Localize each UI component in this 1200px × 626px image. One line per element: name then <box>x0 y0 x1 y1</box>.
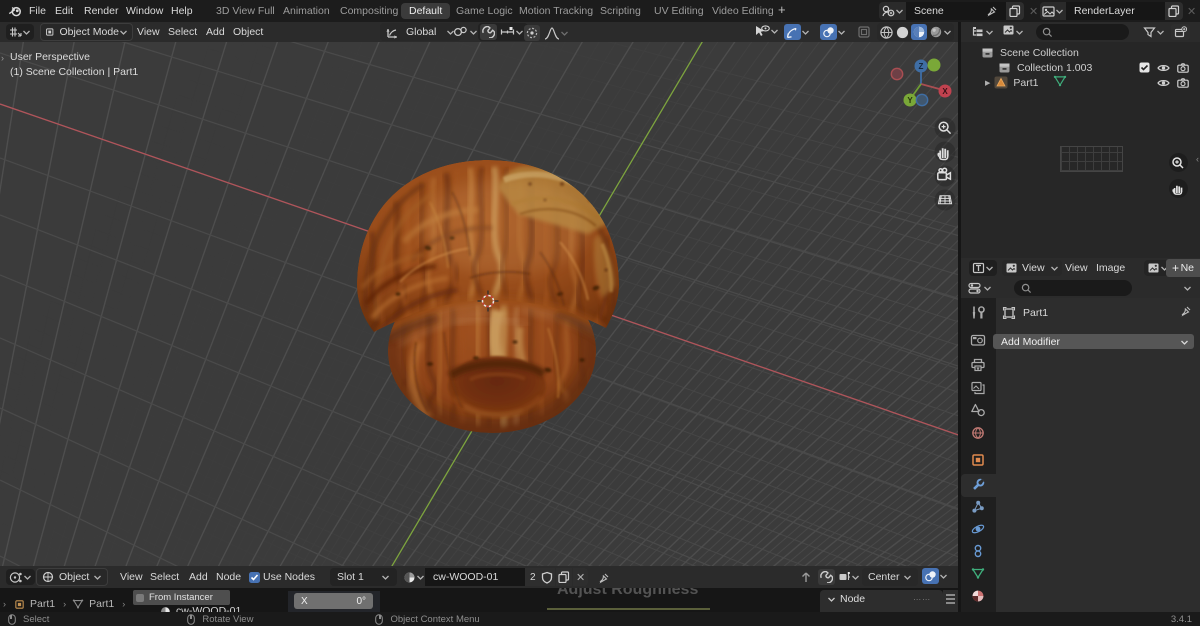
svg-text:›: › <box>1 53 4 63</box>
svg-text:Z: Z <box>919 62 924 71</box>
svg-text:(1) Scene Collection | Part1: (1) Scene Collection | Part1 <box>10 66 138 78</box>
svg-text:Y: Y <box>907 96 913 105</box>
svg-text:User Perspective: User Perspective <box>10 51 90 63</box>
svg-text:X: X <box>942 87 948 96</box>
